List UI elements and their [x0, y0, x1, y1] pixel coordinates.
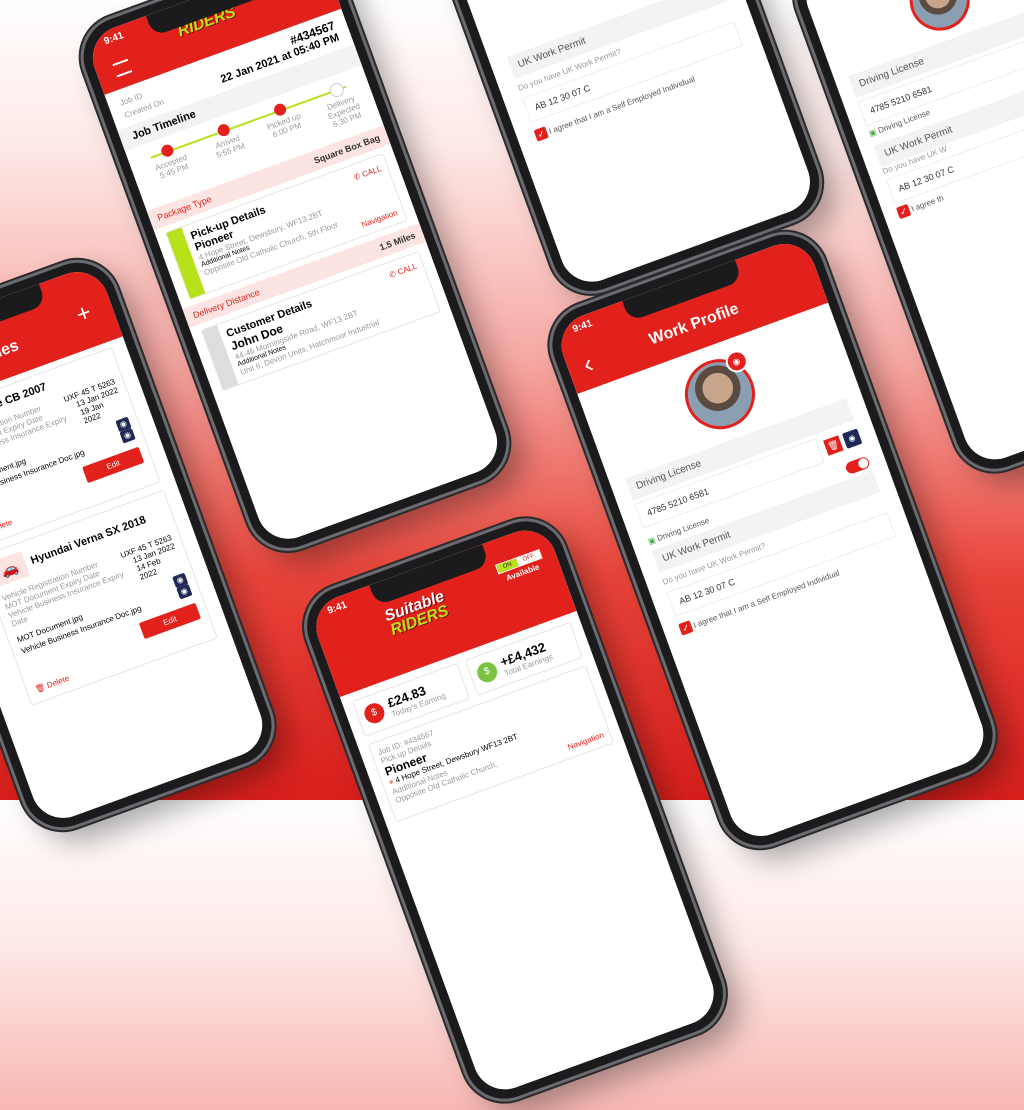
delete-icon[interactable]: 🗑 [823, 435, 844, 456]
camera-icon[interactable]: ◉ [722, 347, 751, 376]
checkbox-icon: ✓ [678, 620, 694, 636]
car-icon: 🚗 [0, 551, 31, 588]
view-icon[interactable]: ◉ [176, 583, 193, 600]
money-bag-icon: $ [474, 659, 501, 686]
trash-icon: 🗑 [33, 682, 47, 695]
status-time: 9:41 [325, 599, 349, 617]
delete-label: Delete [0, 517, 14, 535]
view-icon[interactable]: ◉ [119, 427, 136, 444]
checkbox-icon: ✓ [533, 126, 549, 142]
document-icon: ▣ [867, 127, 878, 139]
status-time: 9:41 [102, 30, 126, 48]
view-icon[interactable]: ◉ [841, 428, 863, 449]
status-time: 9:41 [571, 318, 594, 336]
add-vehicle-button[interactable]: + [73, 299, 96, 330]
availability-toggle[interactable]: ON OFF Available [495, 548, 546, 585]
vehicle-list: Honda Shine CB 2007 Vehicle Registration… [0, 336, 231, 716]
document-icon: ▣ [646, 534, 657, 546]
distance-value: 1.5 Miles [378, 230, 417, 253]
timeline-step: Delivery Expected 6:30 PM [307, 72, 374, 133]
delete-label: Delete [45, 673, 71, 691]
menu-icon[interactable] [112, 58, 133, 78]
checkbox-icon: ✓ [895, 203, 912, 220]
money-bag-icon: $ [361, 700, 388, 727]
